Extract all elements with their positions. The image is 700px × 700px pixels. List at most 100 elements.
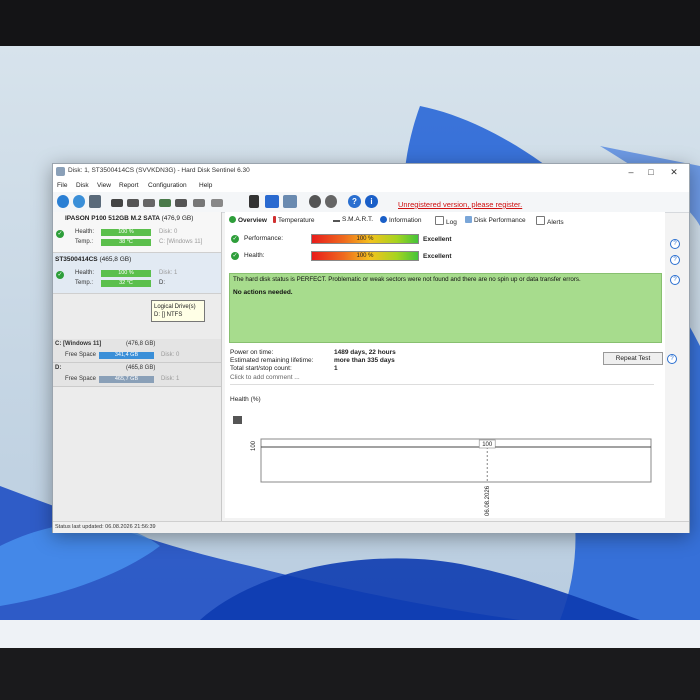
disk-item-st3500414cs[interactable]: ST3500414CS (465,8 GB) ✓ Health: 100 % D… — [53, 253, 221, 294]
performance-icon — [465, 216, 472, 223]
health-rating: Excellent — [423, 253, 452, 260]
taskbar — [0, 620, 700, 648]
thermometer-icon — [273, 216, 276, 223]
disk-item-ipason[interactable]: IPASON P100 512GB M.2 SATA (476,9 GB) ✓ … — [53, 212, 221, 253]
health-label: Health: — [75, 270, 95, 276]
unregistered-link[interactable]: Unregistered version, please register. — [398, 200, 522, 209]
refresh-all-icon[interactable] — [73, 195, 85, 208]
info-icon-status[interactable]: ? — [670, 275, 680, 285]
volume-size: (465,8 GB) — [126, 365, 156, 371]
tab-smart[interactable]: S.M.A.R.T. — [333, 216, 373, 223]
lifetime-label: Estimated remaining lifetime: — [230, 357, 314, 364]
disk-index: Disk: 0 — [159, 229, 178, 235]
monitor-bezel-top — [0, 0, 700, 46]
health-chart-svg: 100 100 06.08.2026 — [233, 416, 652, 516]
repeat-test-button[interactable]: Repeat Test — [603, 352, 663, 365]
disk-icon-6[interactable] — [211, 199, 223, 207]
tab-overview[interactable]: Overview — [229, 216, 267, 224]
menu-disk[interactable]: Disk — [76, 182, 89, 189]
toolbar: ? i — [53, 192, 689, 213]
disk-icon-2[interactable] — [127, 199, 139, 207]
performance-label: Performance: — [244, 235, 284, 242]
disk-icon-4[interactable] — [175, 199, 187, 207]
info-icon-repeat-test[interactable]: ? — [667, 354, 677, 364]
menu-configuration[interactable]: Configuration — [148, 182, 187, 189]
monitor-bezel-bottom — [0, 648, 700, 700]
performance-bar: 100 % — [311, 234, 419, 244]
tab-alerts[interactable]: Alerts — [536, 216, 564, 226]
info-icon-performance[interactable]: ? — [670, 239, 680, 249]
comment-field[interactable]: Click to add comment ... — [230, 374, 654, 385]
minimize-button[interactable]: – — [623, 166, 639, 178]
tab-information[interactable]: Information — [380, 216, 422, 224]
power-on-label: Power on time: — [230, 349, 274, 356]
x-tick-label: 06.08.2026 — [485, 485, 491, 516]
tab-log[interactable]: Log — [435, 216, 457, 226]
disk-title: IPASON P100 512GB M.2 SATA (476,9 GB) — [65, 215, 194, 222]
hard-disk-sentinel-window: Disk: 1, ST3500414CS (SVVKDN3G) - Hard D… — [52, 163, 690, 533]
startstop-label: Total start/stop count: — [230, 365, 292, 372]
menu-help[interactable]: Help — [199, 182, 212, 189]
health-bar: 100 % — [101, 270, 151, 277]
health-bar: 100 % — [311, 251, 419, 261]
menu-bar: File Disk View Report Configuration Help — [53, 180, 689, 192]
menu-file[interactable]: File — [57, 182, 67, 189]
info-icon — [380, 216, 387, 223]
disk-index: Disk: 1 — [159, 270, 178, 276]
healthy-check-icon: ✓ — [56, 271, 64, 279]
menu-icon[interactable] — [89, 195, 101, 208]
maximize-button[interactable]: □ — [643, 166, 659, 178]
actions-needed: No actions needed. — [233, 289, 293, 296]
health-bar: 100 % — [101, 229, 151, 236]
lifetime-value: more than 335 days — [334, 357, 395, 364]
info-icon[interactable]: i — [365, 195, 378, 208]
smart-icon — [333, 220, 340, 222]
disk-list-panel: IPASON P100 512GB M.2 SATA (476,9 GB) ✓ … — [53, 212, 222, 522]
title-bar[interactable]: Disk: 1, ST3500414CS (SVVKDN3G) - Hard D… — [53, 164, 689, 180]
startstop-value: 1 — [334, 365, 338, 372]
performance-rating: Excellent — [423, 236, 452, 243]
disk-icon-3[interactable] — [143, 199, 155, 207]
status-message: The hard disk status is PERFECT. Problem… — [233, 276, 581, 283]
save-chart-icon[interactable] — [233, 416, 242, 424]
send-icon[interactable] — [283, 195, 297, 208]
settings-icon[interactable] — [325, 195, 337, 208]
info-icon-health[interactable]: ? — [670, 255, 680, 265]
alerts-icon — [536, 216, 545, 225]
free-space-bar: 341,4 GB — [99, 352, 154, 359]
drive-letter: D: — [159, 280, 165, 286]
close-button[interactable]: ✕ — [666, 166, 682, 178]
volume-item-c[interactable]: C: [Windows 11] (476,8 GB) Free Space 34… — [53, 339, 221, 363]
volume-disk: Disk: 0 — [161, 352, 180, 358]
menu-report[interactable]: Report — [119, 182, 139, 189]
mail-icon[interactable] — [265, 195, 279, 208]
tooltip-title: Logical Drive(s) — [154, 304, 196, 310]
app-icon — [56, 167, 65, 176]
report-icon[interactable] — [249, 195, 259, 208]
drive-letter: C: [Windows 11] — [159, 239, 203, 245]
y-tick-label: 100 — [251, 440, 257, 451]
gear-icon[interactable] — [309, 195, 321, 208]
data-label: 100 — [482, 442, 493, 448]
tab-temperature[interactable]: Temperature — [273, 216, 315, 224]
disk-test-icon[interactable] — [159, 199, 171, 207]
refresh-icon[interactable] — [57, 195, 69, 208]
window-title: Disk: 1, ST3500414CS (SVVKDN3G) - Hard D… — [68, 167, 250, 174]
volume-item-d[interactable]: D: (465,8 GB) Free Space 465,7 GB Disk: … — [53, 363, 221, 387]
help-icon[interactable]: ? — [348, 195, 361, 208]
healthy-check-icon: ✓ — [56, 230, 64, 238]
performance-check-icon: ✓ — [231, 235, 239, 243]
logical-drives-tooltip: Logical Drive(s) D: [] NTFS — [151, 300, 205, 322]
free-space-label: Free Space — [65, 352, 97, 358]
overview-panel: Overview Temperature S.M.A.R.T. Informat… — [225, 212, 665, 518]
disk-icon-5[interactable] — [193, 199, 205, 207]
plot-area — [260, 438, 652, 483]
disk-icon-1[interactable] — [111, 199, 123, 207]
tab-disk-performance[interactable]: Disk Performance — [465, 216, 526, 224]
temp-label: Temp.: — [75, 280, 94, 286]
log-icon — [435, 216, 444, 225]
power-on-value: 1489 days, 22 hours — [334, 349, 396, 356]
volume-disk: Disk: 1 — [161, 376, 180, 382]
menu-view[interactable]: View — [97, 182, 111, 189]
tooltip-drive: D: [] NTFS — [154, 312, 183, 318]
